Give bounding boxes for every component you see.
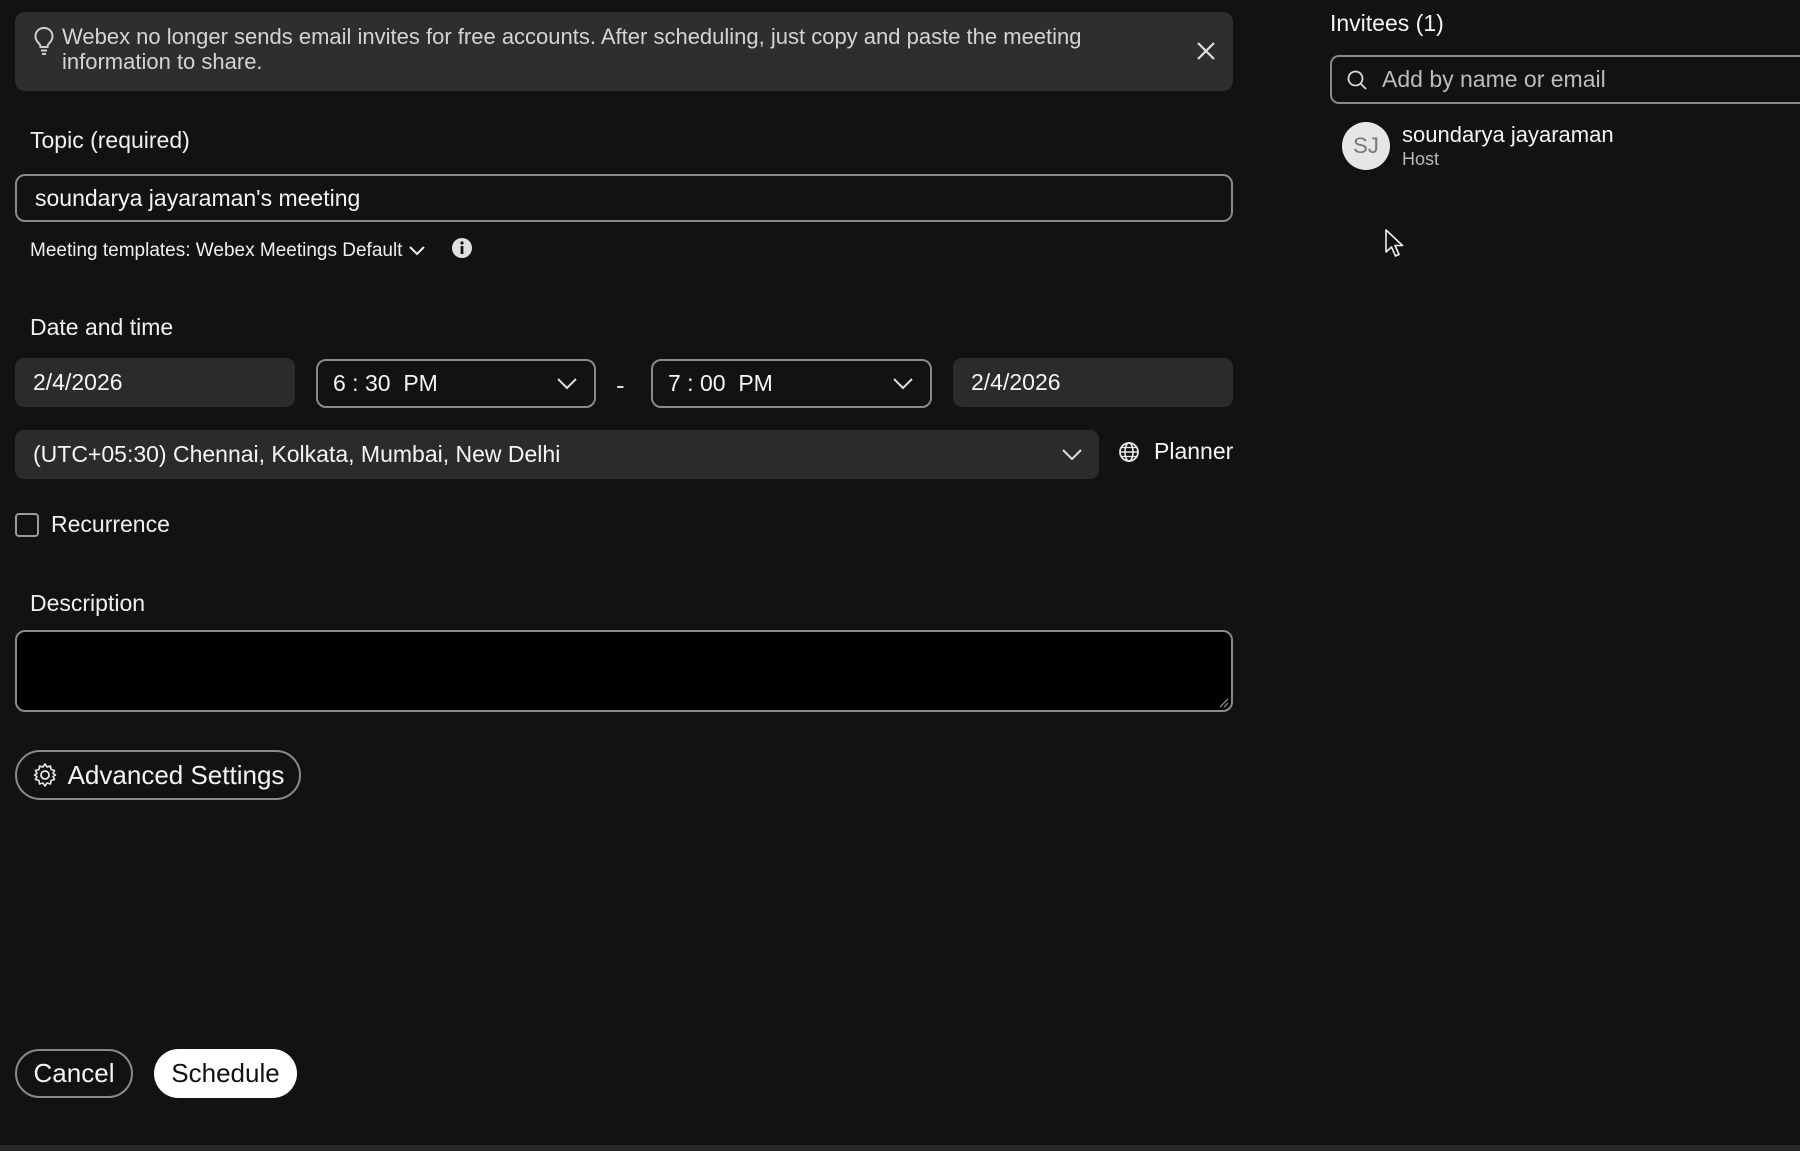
- invitees-title: Invitees (1): [1330, 10, 1444, 36]
- bottom-divider: [0, 1145, 1800, 1151]
- schedule-meeting-page: Webex no longer sends email invites for …: [0, 0, 1800, 1151]
- info-banner: Webex no longer sends email invites for …: [15, 12, 1233, 91]
- recurrence-row: Recurrence: [15, 511, 170, 538]
- planner-button[interactable]: Planner: [1118, 438, 1233, 465]
- mouse-cursor-icon: [1385, 229, 1404, 257]
- invitee-search-box[interactable]: [1330, 55, 1800, 104]
- time-separator: -: [616, 370, 625, 400]
- info-icon[interactable]: [451, 237, 473, 259]
- start-time-select[interactable]: 6 : 30 PM: [316, 359, 596, 408]
- resize-grip-icon[interactable]: [1217, 696, 1229, 708]
- gear-icon: [33, 763, 56, 787]
- end-date-input[interactable]: 2/4/2026: [953, 358, 1233, 407]
- chevron-down-icon: [557, 377, 577, 389]
- cancel-button[interactable]: Cancel: [15, 1049, 133, 1098]
- description-textarea[interactable]: [15, 630, 1233, 712]
- start-time-value: 6 : 30 PM: [333, 370, 438, 396]
- advanced-settings-label: Advanced Settings: [67, 759, 285, 790]
- advanced-settings-button[interactable]: Advanced Settings: [15, 750, 301, 800]
- start-date-value: 2/4/2026: [33, 369, 123, 395]
- recurrence-checkbox[interactable]: [15, 512, 39, 537]
- invitee-item[interactable]: SJ soundarya jayaraman Host: [1342, 122, 1614, 170]
- description-label: Description: [30, 590, 146, 616]
- end-time-select[interactable]: 7 : 00 PM: [651, 359, 932, 408]
- invitee-role: Host: [1402, 149, 1440, 169]
- schedule-button[interactable]: Schedule: [154, 1049, 297, 1098]
- lightbulb-icon: [34, 26, 54, 55]
- end-date-value: 2/4/2026: [971, 369, 1061, 395]
- chevron-down-icon: [1062, 448, 1082, 460]
- avatar: SJ: [1342, 122, 1390, 170]
- chevron-down-icon: [409, 246, 426, 256]
- search-icon: [1347, 70, 1367, 90]
- meeting-templates-dropdown[interactable]: Meeting templates: Webex Meetings Defaul…: [30, 240, 426, 262]
- globe-icon: [1119, 441, 1139, 462]
- timezone-value: (UTC+05:30) Chennai, Kolkata, Mumbai, Ne…: [33, 441, 561, 467]
- invitee-search-input[interactable]: [1380, 65, 1780, 94]
- meeting-templates-label: Meeting templates: Webex Meetings Defaul…: [30, 240, 403, 261]
- close-icon[interactable]: [1193, 38, 1219, 64]
- banner-message: Webex no longer sends email invites for …: [62, 24, 1082, 74]
- timezone-select[interactable]: (UTC+05:30) Chennai, Kolkata, Mumbai, Ne…: [15, 430, 1099, 479]
- chevron-down-icon: [893, 377, 913, 389]
- end-time-value: 7 : 00 PM: [668, 370, 773, 396]
- datetime-label: Date and time: [30, 314, 174, 340]
- start-date-input[interactable]: 2/4/2026: [15, 358, 295, 407]
- recurrence-label: Recurrence: [51, 511, 170, 537]
- topic-input[interactable]: soundarya jayaraman's meeting: [15, 174, 1233, 222]
- invitee-name: soundarya jayaraman: [1402, 122, 1614, 147]
- topic-label: Topic (required): [30, 127, 190, 153]
- topic-value: soundarya jayaraman's meeting: [35, 184, 361, 211]
- planner-label: Planner: [1154, 438, 1234, 464]
- invitee-info: soundarya jayaraman Host: [1402, 122, 1614, 170]
